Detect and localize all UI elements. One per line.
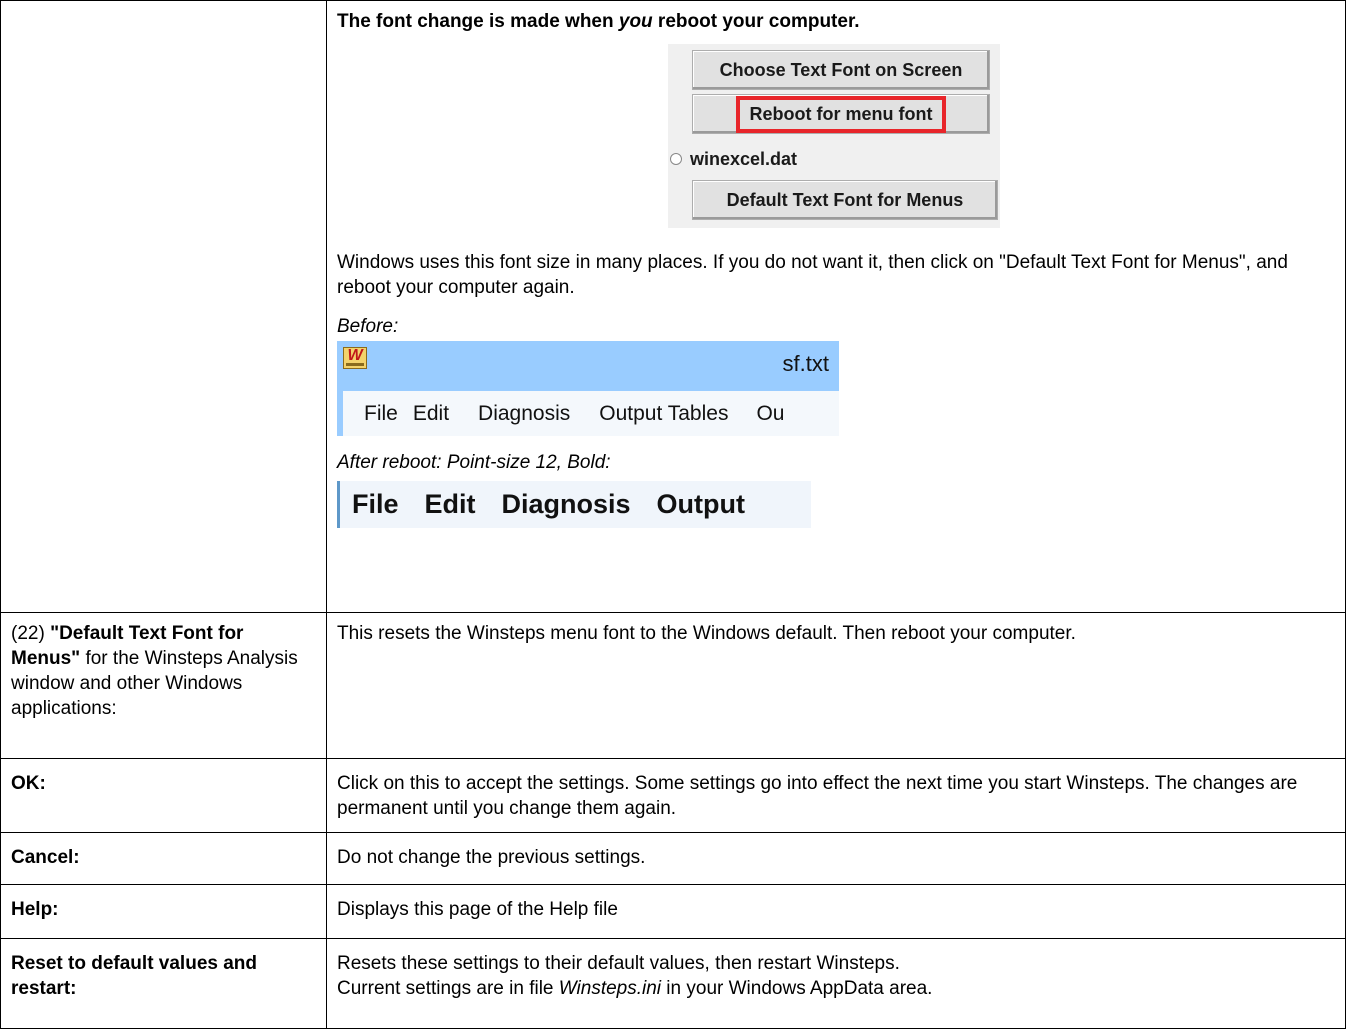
after-menu-bar: File Edit Diagnosis Output bbox=[337, 481, 811, 528]
menu-bar: File Edit Diagnosis Output Tables Ou bbox=[343, 391, 839, 436]
table-row: The font change is made when you reboot … bbox=[0, 0, 1346, 613]
reset-line-1: Resets these settings to their default v… bbox=[337, 953, 900, 974]
menu-item-diagnosis[interactable]: Diagnosis bbox=[478, 401, 570, 426]
table-row: (22) "Default Text Font for Menus" for t… bbox=[0, 612, 1346, 759]
row-label bbox=[0, 0, 327, 613]
menu-item-output-files[interactable]: Ou bbox=[756, 401, 784, 426]
row-value: This resets the Winsteps menu font to th… bbox=[326, 612, 1346, 759]
font-change-heading: The font change is made when you reboot … bbox=[337, 11, 860, 32]
menu-item-output-tables[interactable]: Output Tables bbox=[599, 401, 728, 426]
menu-item-file[interactable]: File bbox=[364, 401, 398, 426]
menu-item-edit[interactable]: Edit bbox=[425, 491, 476, 518]
window-title: sf.txt bbox=[782, 351, 829, 376]
table-row: OK: Click on this to accept the settings… bbox=[0, 758, 1346, 833]
table-row: Help: Displays this page of the Help fil… bbox=[0, 884, 1346, 939]
menu-item-edit[interactable]: Edit bbox=[413, 401, 449, 426]
before-caption: Before: bbox=[337, 316, 399, 337]
reboot-menu-font-button[interactable]: Reboot for menu font bbox=[692, 94, 990, 134]
after-caption: After reboot: Point-size 12, Bold: bbox=[337, 452, 611, 473]
highlight-box: Reboot for menu font bbox=[735, 95, 947, 133]
table-row: Reset to default values and restart: Res… bbox=[0, 938, 1346, 1029]
winexcel-radio[interactable]: winexcel.dat bbox=[668, 146, 797, 172]
menu-item-file[interactable]: File bbox=[352, 491, 399, 518]
dialog-screenshot: Choose Text Font on Screen Reboot for me… bbox=[668, 44, 1000, 228]
menu-item-output[interactable]: Output bbox=[657, 491, 745, 518]
row-value: Resets these settings to their default v… bbox=[326, 938, 1346, 1029]
window-title-bar: W sf.txt bbox=[337, 341, 839, 391]
row-label: Help: bbox=[0, 884, 327, 939]
settings-table: The font change is made when you reboot … bbox=[0, 0, 1346, 1029]
row-label: Cancel: bbox=[0, 832, 327, 885]
before-window-screenshot: W sf.txt File Edit Diagnosis Output Tabl… bbox=[337, 341, 839, 436]
row-label: Reset to default values and restart: bbox=[0, 938, 327, 1029]
reset-line-2: Current settings are in file Winsteps.in… bbox=[337, 978, 933, 999]
row-value: Displays this page of the Help file bbox=[326, 884, 1346, 939]
row-label: (22) "Default Text Font for Menus" for t… bbox=[0, 612, 327, 759]
row-value: The font change is made when you reboot … bbox=[326, 0, 1346, 613]
default-menu-font-button[interactable]: Default Text Font for Menus bbox=[692, 180, 998, 220]
windows-font-note: Windows uses this font size in many plac… bbox=[337, 252, 1288, 298]
menu-item-diagnosis[interactable]: Diagnosis bbox=[502, 491, 631, 518]
row-value: Do not change the previous settings. bbox=[326, 832, 1346, 885]
radio-icon bbox=[670, 153, 682, 165]
radio-label: winexcel.dat bbox=[690, 148, 798, 169]
winsteps-app-icon: W bbox=[343, 347, 367, 369]
row-value: Click on this to accept the settings. So… bbox=[326, 758, 1346, 833]
table-row: Cancel: Do not change the previous setti… bbox=[0, 832, 1346, 885]
row-label: OK: bbox=[0, 758, 327, 833]
choose-text-font-button[interactable]: Choose Text Font on Screen bbox=[692, 50, 990, 90]
